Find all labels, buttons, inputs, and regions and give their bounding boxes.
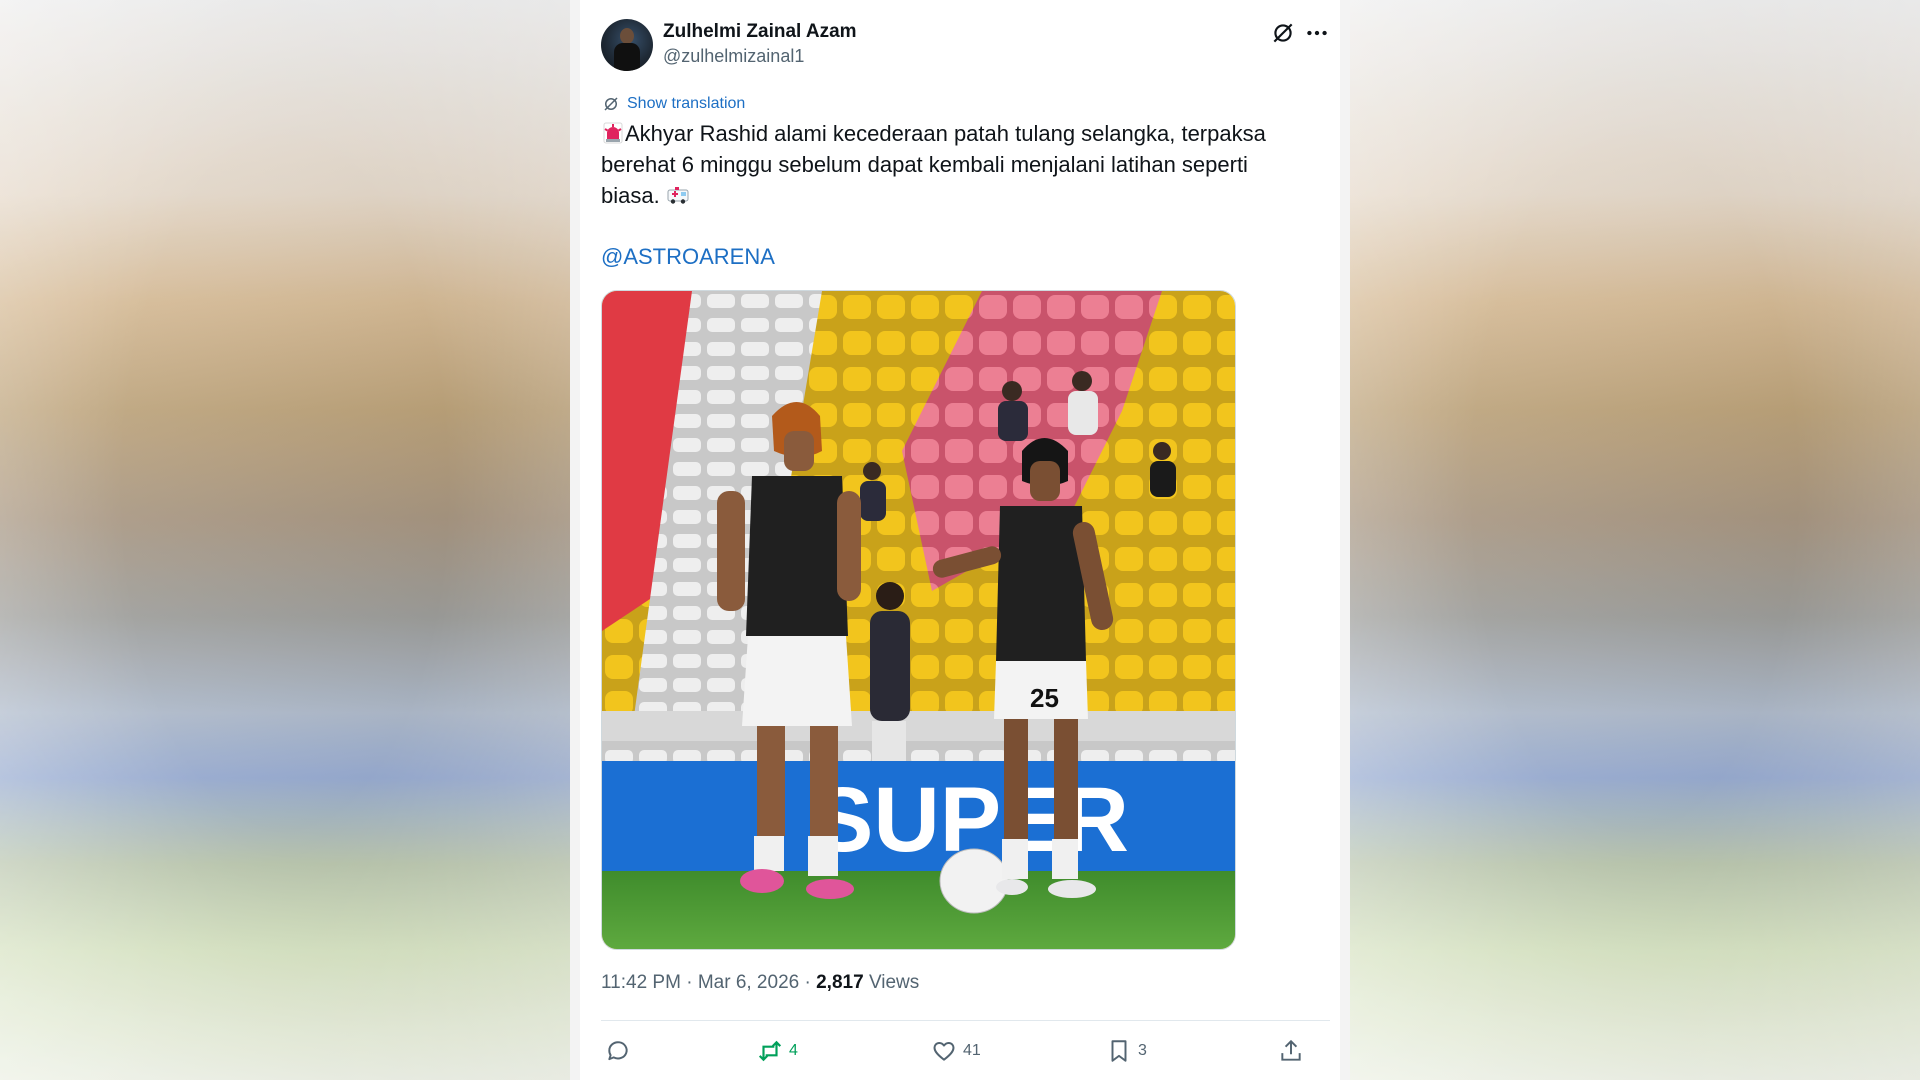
gutter-right — [1340, 0, 1350, 1080]
repost-button[interactable]: 4 — [757, 1036, 798, 1066]
blurred-backdrop-left — [0, 0, 570, 1080]
views-count: 2,817 — [816, 972, 864, 993]
avatar[interactable] — [601, 19, 653, 71]
author-handle[interactable]: @zulhelmizainal1 — [663, 46, 804, 67]
bookmark-icon — [1111, 1040, 1127, 1062]
meta-separator: · — [686, 972, 693, 993]
tweet-card: Zulhelmi Zainal Azam @zulhelmizainal1 Sh… — [580, 0, 1340, 1080]
share-icon — [1281, 1039, 1301, 1061]
meta-separator-2: · — [804, 972, 811, 993]
repost-count: 4 — [789, 1042, 798, 1059]
action-bar: 4 41 3 — [601, 1036, 1330, 1066]
show-translation-link[interactable]: Show translation — [602, 93, 745, 115]
grok-icon[interactable] — [1270, 20, 1296, 46]
divider — [601, 1020, 1330, 1021]
tweet-text: Akhyar Rashid alami kecederaan patah tul… — [601, 118, 1301, 211]
gutter-left — [570, 0, 580, 1080]
photo-scene: SUPER 25 — [602, 291, 1235, 949]
rotating-light-emoji-icon — [603, 122, 623, 144]
reply-button[interactable] — [605, 1036, 637, 1066]
blurred-backdrop-right — [1350, 0, 1920, 1080]
translate-icon — [604, 97, 618, 111]
mention-link[interactable]: @ASTROARENA — [601, 244, 775, 270]
bookmark-count: 3 — [1138, 1042, 1147, 1059]
heart-icon — [933, 1042, 955, 1061]
like-count: 41 — [963, 1042, 981, 1059]
tweet-body: Akhyar Rashid alami kecederaan patah tul… — [601, 121, 1266, 208]
tweet-date[interactable]: Mar 6, 2026 — [698, 972, 799, 993]
share-button[interactable] — [1278, 1036, 1304, 1066]
tweet-meta: 11:42 PM · Mar 6, 2026 · 2,817 Views — [601, 972, 919, 994]
ambulance-emoji-icon — [667, 187, 689, 204]
like-button[interactable]: 41 — [931, 1036, 981, 1066]
author-name[interactable]: Zulhelmi Zainal Azam — [663, 21, 857, 43]
tweet-time[interactable]: 11:42 PM — [601, 972, 681, 993]
more-options-icon[interactable] — [1304, 20, 1330, 46]
player-number: 25 — [1030, 683, 1059, 713]
repost-icon — [758, 1040, 782, 1062]
reply-icon — [608, 1041, 628, 1061]
show-translation-label: Show translation — [627, 95, 746, 112]
bookmark-button[interactable]: 3 — [1106, 1036, 1147, 1066]
tweet-photo[interactable]: SUPER 25 — [601, 290, 1236, 950]
views-label: Views — [868, 972, 920, 993]
